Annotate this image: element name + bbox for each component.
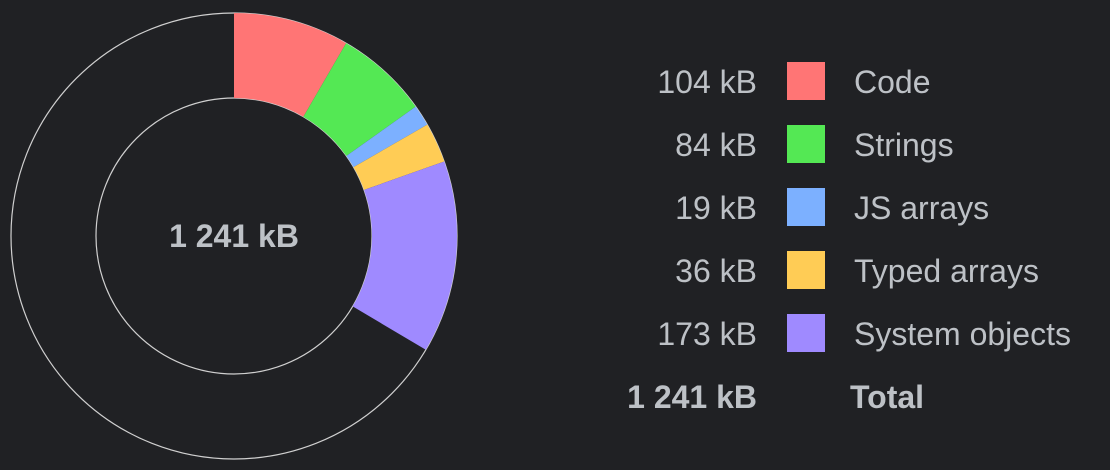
legend-label-js-arrays: JS arrays xyxy=(854,190,990,226)
legend-row-js-arrays: 19 kB JS arrays xyxy=(560,178,1105,241)
legend-row-system-objects: 173 kB System objects xyxy=(560,304,1105,367)
legend-label-code: Code xyxy=(854,64,931,100)
legend-value-typed-arrays: 36 kB xyxy=(675,253,757,289)
legend: 104 kB Code 84 kB Strings 19 kB JS arrays 36 k… xyxy=(560,52,1105,430)
legend-value-system-objects: 173 kB xyxy=(657,316,757,352)
legend-label-typed-arrays: Typed arrays xyxy=(854,253,1039,289)
legend-row-code: 104 kB Code xyxy=(560,52,1105,115)
donut-center-total: 1 241 kB xyxy=(169,218,299,254)
legend-swatch-code xyxy=(787,62,825,100)
legend-label-strings: Strings xyxy=(854,127,954,163)
legend-value-code: 104 kB xyxy=(657,64,757,100)
donut-slices xyxy=(234,13,457,350)
legend-swatch-typed-arrays xyxy=(787,251,825,289)
total-label: Total xyxy=(850,379,925,415)
legend-swatch-js-arrays xyxy=(787,188,825,226)
legend-row-typed-arrays: 36 kB Typed arrays xyxy=(560,241,1105,304)
legend-swatch-system-objects xyxy=(787,314,825,352)
legend-swatch-strings xyxy=(787,125,825,163)
legend-value-js-arrays: 19 kB xyxy=(675,190,757,226)
total-value: 1 241 kB xyxy=(627,379,757,415)
memory-breakdown-panel: 1 241 kB 104 kB Code 84 kB Strings 19 kB JS a… xyxy=(0,0,1110,470)
slice-system-objects[interactable] xyxy=(352,161,457,350)
legend-row-strings: 84 kB Strings xyxy=(560,115,1105,178)
legend-value-strings: 84 kB xyxy=(675,127,757,163)
legend-label-system-objects: System objects xyxy=(854,316,1071,352)
legend-row-total: 1 241 kB Total xyxy=(560,367,1105,430)
